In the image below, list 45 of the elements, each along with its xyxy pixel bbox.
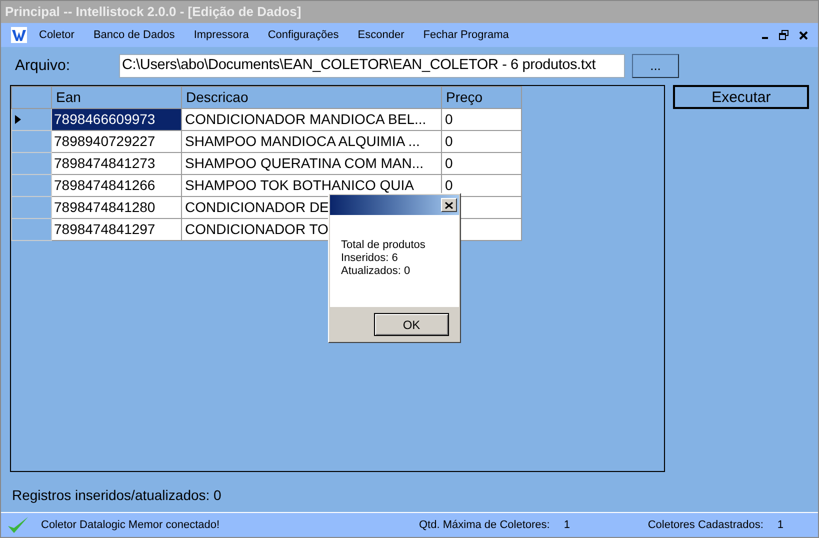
ok-button[interactable]: OK [374, 313, 449, 336]
menu-item[interactable]: Esconder [358, 26, 404, 44]
file-label: Arquivo: [15, 56, 72, 76]
max-collectors-value: 1 [564, 518, 571, 533]
table-cell: CONDICIONADOR MANDIOCA BEL... [182, 108, 442, 130]
registered-collectors-value: 1 [777, 518, 784, 533]
checkmark-icon [7, 516, 29, 534]
window-title: Principal -- Intellistock 2.0.0 - [Edição de Dados] [1, 1, 818, 23]
dialog-close-button[interactable] [441, 198, 457, 212]
restore-icon[interactable] [779, 30, 789, 40]
table-cell: 0 [442, 108, 522, 130]
menu-item[interactable]: Coletor [39, 26, 74, 44]
browse-button[interactable]: ... [632, 54, 679, 78]
table-cell: 7898474841297 [52, 218, 182, 240]
column-header[interactable]: Preço [442, 86, 522, 108]
table-cell: 7898474841266 [52, 174, 182, 196]
table-cell: 7898940729227 [52, 130, 182, 152]
dialog-message-line: Atualizados: 0 [341, 265, 412, 278]
table-cell: 7898466609973 [52, 108, 182, 130]
table-cell: SHAMPOO QUERATINA COM MAN... [182, 152, 442, 174]
table-cell: 7898474841273 [52, 152, 182, 174]
row-pointer-icon [15, 115, 21, 124]
table-cell: 0 [442, 174, 522, 196]
file-path-field[interactable]: C:\Users\abo\Documents\EAN_COLETOR\EAN_COLETOR - 6 produtos.txt [119, 54, 625, 78]
table-cell: 0 [442, 130, 522, 152]
dialog-message-line: Inseridos: 6 [341, 252, 399, 265]
menu-item[interactable]: Configurações [268, 26, 339, 44]
column-header[interactable]: Descricao [182, 86, 442, 108]
app-logo-icon [11, 27, 27, 43]
status-message: Coletor Datalogic Memor conectado! [41, 518, 221, 533]
menu-item[interactable]: Banco de Dados [93, 26, 175, 44]
table-cell: 7898474841280 [52, 196, 182, 218]
registered-collectors-label: Coletores Cadastrados: [648, 518, 764, 533]
menu-item[interactable]: Fechar Programa [423, 26, 509, 44]
table-cell: 0 [442, 152, 522, 174]
close-icon[interactable] [799, 30, 808, 40]
execute-button[interactable]: Executar [673, 85, 809, 109]
close-icon [445, 202, 453, 208]
records-label: Registros inseridos/atualizados: 0 [12, 486, 222, 505]
table-cell: SHAMPOO MANDIOCA ALQUIMIA ... [182, 130, 442, 152]
column-header[interactable]: Ean [52, 86, 182, 108]
max-collectors-label: Qtd. Máxima de Coletores: [419, 518, 550, 533]
menu-item[interactable]: Impressora [194, 26, 249, 44]
row-header[interactable] [12, 108, 52, 130]
dialog-message-line: Total de produtos [341, 239, 426, 252]
